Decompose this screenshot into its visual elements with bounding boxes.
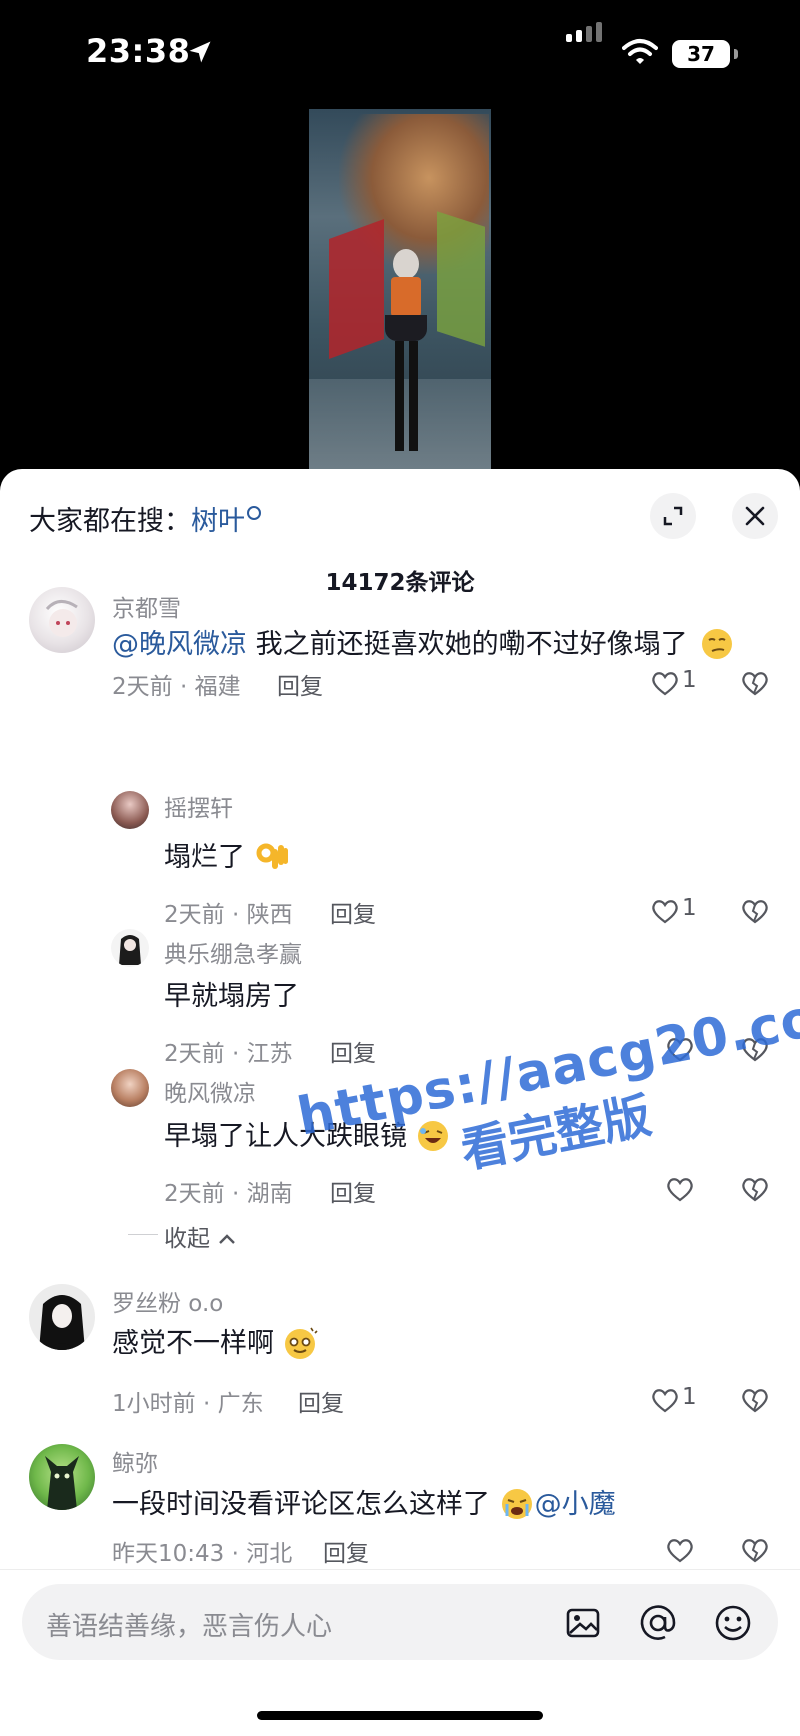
reply-button[interactable]: 回复 bbox=[298, 1384, 344, 1418]
broken-heart-icon[interactable] bbox=[740, 1386, 770, 1414]
smirk-emoji-icon bbox=[702, 628, 733, 659]
divider bbox=[128, 1234, 158, 1235]
comment-text: 塌烂了 bbox=[164, 835, 290, 875]
comment-meta: 2天前 · 江苏 bbox=[164, 1041, 293, 1067]
wifi-icon bbox=[622, 39, 658, 64]
heart-icon[interactable] bbox=[665, 1175, 695, 1203]
comment-text: 早就塌房了 bbox=[164, 981, 299, 1012]
ok-hand-emoji-icon bbox=[256, 843, 288, 869]
like-count: 1 bbox=[682, 1384, 697, 1410]
expand-button[interactable] bbox=[650, 493, 696, 539]
hot-search-prefix: 大家都在搜： bbox=[29, 506, 191, 537]
avatar[interactable] bbox=[29, 587, 95, 653]
avatar[interactable] bbox=[29, 1284, 95, 1350]
close-button[interactable] bbox=[732, 493, 778, 539]
image-icon[interactable] bbox=[562, 1602, 604, 1644]
avatar[interactable] bbox=[111, 929, 149, 967]
status-time: 23:38 bbox=[86, 32, 191, 70]
avatar[interactable] bbox=[29, 1444, 95, 1510]
like-count: 1 bbox=[682, 667, 697, 693]
hot-search-keyword[interactable]: 树叶 bbox=[191, 506, 245, 537]
comment-input-bar: 善语结善缘，恶言伤人心 bbox=[0, 1569, 800, 1736]
at-icon[interactable] bbox=[637, 1602, 679, 1644]
hot-search[interactable]: 大家都在搜：树叶 bbox=[29, 499, 261, 538]
dizzy-face-emoji-icon bbox=[284, 1327, 318, 1359]
crying-face-emoji-icon bbox=[501, 1488, 532, 1519]
comment-username[interactable]: 典乐绷急孝赢 bbox=[164, 935, 302, 969]
reply-button[interactable]: 回复 bbox=[277, 667, 323, 701]
heart-icon[interactable] bbox=[650, 669, 680, 697]
comment-meta: 2天前 · 湖南 bbox=[164, 1181, 293, 1207]
expand-icon bbox=[663, 506, 683, 526]
comment-mention[interactable]: @晚风微凉 bbox=[112, 629, 247, 660]
heart-icon[interactable] bbox=[665, 1536, 695, 1564]
video-figure bbox=[385, 249, 427, 459]
broken-heart-icon[interactable] bbox=[740, 897, 770, 925]
reply-button[interactable]: 回复 bbox=[330, 1034, 376, 1068]
collapse-button[interactable]: 收起 bbox=[164, 1219, 237, 1253]
avatar[interactable] bbox=[111, 1069, 149, 1107]
broken-heart-icon[interactable] bbox=[740, 669, 770, 697]
comment-mention[interactable]: @小魔 bbox=[535, 1489, 616, 1520]
video-preview[interactable] bbox=[309, 109, 491, 469]
comment-text: 一段时间没看评论区怎么这样了 @小魔 bbox=[112, 1482, 616, 1522]
battery-icon: 37 bbox=[672, 40, 730, 68]
heart-icon[interactable] bbox=[650, 1386, 680, 1414]
comment-meta: 2天前 · 陕西 bbox=[164, 902, 293, 928]
comment-input[interactable]: 善语结善缘，恶言伤人心 bbox=[22, 1584, 778, 1660]
broken-heart-icon[interactable] bbox=[740, 1175, 770, 1203]
comment-text: @晚风微凉 我之前还挺喜欢她的嘞不过好像塌了 bbox=[112, 622, 734, 661]
comment-meta: 1小时前 · 广东 bbox=[112, 1391, 264, 1417]
avatar[interactable] bbox=[111, 791, 149, 829]
comment-input-placeholder: 善语结善缘，恶言伤人心 bbox=[46, 1612, 333, 1642]
emoji-icon[interactable] bbox=[712, 1602, 754, 1644]
comment-username[interactable]: 晚风微凉 bbox=[164, 1074, 256, 1108]
close-icon bbox=[745, 506, 765, 526]
like-count: 1 bbox=[682, 895, 697, 921]
home-indicator[interactable] bbox=[257, 1711, 543, 1720]
reply-button[interactable]: 回复 bbox=[330, 895, 376, 929]
comment-meta: 昨天10:43 · 河北 bbox=[112, 1541, 293, 1567]
broken-heart-icon[interactable] bbox=[740, 1536, 770, 1564]
comment-username[interactable]: 摇摆轩 bbox=[164, 789, 233, 823]
heart-icon[interactable] bbox=[650, 897, 680, 925]
comment-meta: 2天前 · 福建 bbox=[112, 674, 241, 700]
comment-username[interactable]: 京都雪 bbox=[112, 589, 181, 623]
comment-username[interactable]: 罗丝粉 o.o bbox=[112, 1284, 223, 1318]
location-arrow-icon bbox=[189, 41, 211, 63]
chevron-up-icon bbox=[219, 1234, 236, 1244]
reply-button[interactable]: 回复 bbox=[323, 1534, 369, 1568]
status-bar: 23:38 37 bbox=[0, 0, 800, 100]
search-icon bbox=[247, 506, 261, 520]
comment-text: 感觉不一样啊 bbox=[112, 1321, 319, 1361]
comment-username[interactable]: 鲸弥 bbox=[112, 1444, 158, 1478]
battery-tip bbox=[734, 49, 738, 59]
